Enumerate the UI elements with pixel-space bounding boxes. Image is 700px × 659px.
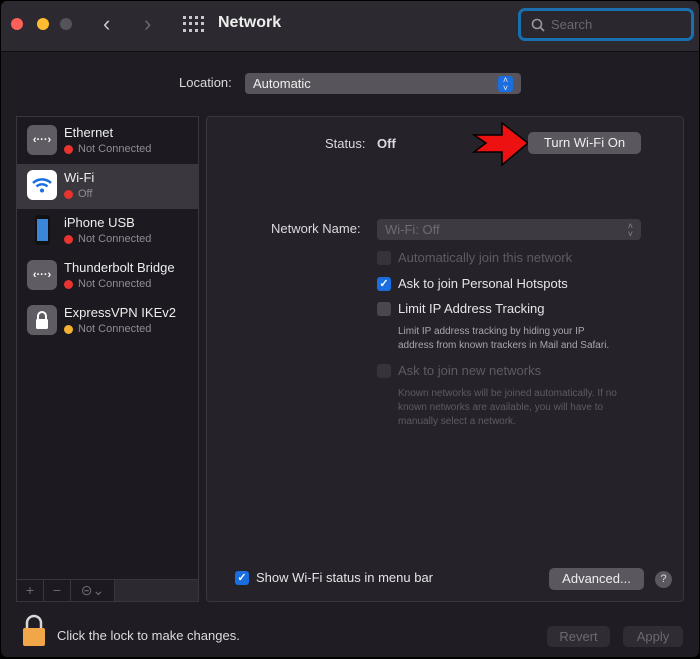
status-dot-icon (64, 279, 73, 289)
service-item-expressvpn-ikev2[interactable]: ExpressVPN IKEv2 Not Connected (17, 299, 198, 344)
turn-wifi-on-button[interactable]: Turn Wi-Fi On (528, 132, 641, 154)
add-service-button[interactable]: + (17, 580, 44, 601)
status-dot-icon (64, 324, 73, 334)
personal-hotspots-label: Ask to join Personal Hotspots (398, 276, 568, 291)
status-dot-icon (64, 234, 73, 244)
search-input[interactable]: Search (518, 8, 694, 41)
apply-button[interactable]: Apply (623, 626, 683, 647)
auto-join-label: Automatically join this network (398, 250, 573, 265)
ask-new-networks-checkbox[interactable] (377, 364, 391, 378)
toolbar-spacer (115, 580, 198, 601)
stepper-icon: ˄ ˅ (498, 75, 513, 92)
service-status: Not Connected (64, 143, 151, 155)
lock-icon (27, 305, 57, 335)
status-dot-icon (64, 189, 73, 199)
ethernet-icon: ‹···› (27, 125, 57, 155)
show-wifi-status-checkbox[interactable]: ✓ (235, 571, 249, 585)
desc-line: address from known trackers in Mail and … (398, 340, 610, 351)
forward-chevron-icon[interactable]: › (144, 11, 151, 37)
search-icon (531, 18, 545, 32)
service-list-toolbar: + − ⊝⌄ (17, 579, 198, 601)
thunderbolt-icon: ‹···› (27, 260, 57, 290)
location-select[interactable]: Automatic ˄ ˅ (245, 73, 521, 94)
network-name-value: Wi-Fi: Off (385, 222, 440, 237)
service-status-text: Not Connected (78, 233, 152, 245)
remove-service-button[interactable]: − (44, 580, 71, 601)
desc-line: Limit IP address tracking by hiding your… (398, 326, 585, 337)
service-list: + − ⊝⌄ ‹···› Ethernet Not Connected Wi-Fi Of… (16, 116, 199, 602)
service-status: Not Connected (64, 323, 151, 335)
ask-new-networks-label: Ask to join new networks (398, 363, 542, 378)
desc-line: manually select a network. (398, 416, 516, 427)
red-arrow-annotation (472, 121, 530, 167)
service-name: Wi-Fi (64, 170, 95, 185)
desc-line: known networks are available, you will h… (398, 402, 604, 413)
window-title: Network (218, 14, 282, 31)
service-status-text: Off (78, 188, 93, 200)
zoom-button[interactable] (60, 18, 72, 30)
show-all-grid-icon[interactable] (183, 16, 204, 32)
service-status-text: Not Connected (78, 323, 152, 335)
service-item-iphone-usb[interactable]: iPhone USB Not Connected (17, 209, 198, 254)
lock-icon[interactable] (21, 614, 47, 648)
ask-new-networks-description: Known networks will be joined automatica… (398, 387, 688, 429)
limit-ip-description: Limit IP address tracking by hiding your… (398, 325, 668, 353)
titlebar: ‹ › Network Search (1, 1, 699, 52)
service-status: Not Connected (64, 278, 151, 290)
network-name-select[interactable]: Wi-Fi: Off ˄ ˅ (377, 219, 641, 240)
wifi-detail-panel: Status: Off Turn Wi-Fi On Network Name: … (206, 116, 684, 602)
close-button[interactable] (11, 18, 23, 30)
location-value: Automatic (253, 76, 311, 91)
help-button[interactable]: ? (655, 571, 672, 588)
stepper-icon: ˄ ˅ (627, 220, 633, 239)
service-name: Thunderbolt Bridge (64, 260, 175, 275)
iphone-icon (27, 215, 57, 245)
service-status: Off (64, 188, 92, 200)
service-item-ethernet[interactable]: ‹···› Ethernet Not Connected (17, 119, 198, 164)
back-chevron-icon[interactable]: ‹ (103, 11, 110, 37)
auto-join-checkbox[interactable] (377, 251, 391, 265)
service-status: Not Connected (64, 233, 151, 245)
action-menu-button[interactable]: ⊝⌄ (71, 580, 115, 601)
service-name: iPhone USB (64, 215, 135, 230)
service-name: Ethernet (64, 125, 114, 140)
minimize-button[interactable] (37, 18, 49, 30)
service-item-wi-fi[interactable]: Wi-Fi Off (17, 164, 198, 209)
advanced-button[interactable]: Advanced... (549, 568, 644, 590)
status-value: Off (377, 136, 396, 151)
search-placeholder: Search (551, 17, 593, 32)
service-name: ExpressVPN IKEv2 (64, 305, 176, 320)
limit-ip-tracking-checkbox[interactable] (377, 302, 391, 316)
wifi-icon (27, 170, 57, 200)
show-wifi-status-label: Show Wi-Fi status in menu bar (256, 570, 434, 585)
service-status-text: Not Connected (78, 143, 152, 155)
service-status-text: Not Connected (78, 278, 152, 290)
status-dot-icon (64, 144, 73, 154)
desc-line: Known networks will be joined automatica… (398, 388, 617, 399)
limit-ip-tracking-label: Limit IP Address Tracking (398, 301, 545, 316)
personal-hotspots-checkbox[interactable]: ✓ (377, 277, 391, 291)
service-item-thunderbolt-bridge[interactable]: ‹···› Thunderbolt Bridge Not Connected (17, 254, 198, 299)
revert-button[interactable]: Revert (547, 626, 610, 647)
lock-message: Click the lock to make changes. (57, 628, 240, 643)
network-preferences-window: ‹ › Network Search Location: Automatic ˄… (1, 1, 699, 657)
network-name-label: Network Name: (271, 221, 361, 236)
status-label: Status: (325, 136, 366, 151)
location-label: Location: (179, 75, 232, 90)
